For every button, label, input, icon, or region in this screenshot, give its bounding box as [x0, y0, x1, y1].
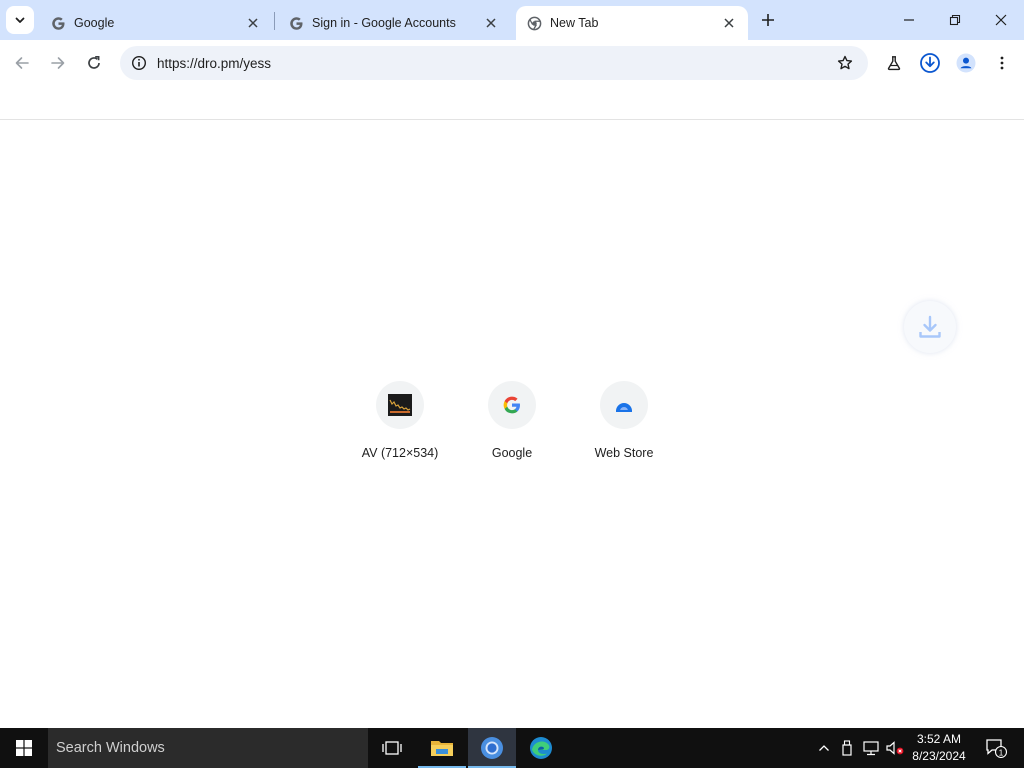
shortcut-label: Web Store — [594, 446, 654, 460]
edge-taskbar-button[interactable] — [517, 728, 565, 768]
close-icon — [995, 14, 1007, 26]
restore-button[interactable] — [932, 0, 978, 40]
tab-google-accounts[interactable]: Sign in - Google Accounts — [278, 6, 510, 40]
windows-logo-icon — [16, 740, 32, 756]
site-info-button[interactable] — [122, 46, 156, 80]
volume-tray[interactable] — [884, 728, 906, 768]
reload-icon — [88, 55, 100, 69]
site-info-icon — [131, 55, 147, 71]
tab-new-tab[interactable]: New Tab — [516, 6, 748, 40]
shortcut-tiles: AV (712×534) Google Web Store — [344, 376, 680, 476]
url-text[interactable]: https://dro.pm/yess — [157, 56, 828, 71]
new-tab-page: AV (712×534) Google Web Store — [0, 121, 1024, 728]
close-icon — [486, 18, 496, 28]
new-tab-button[interactable] — [756, 8, 780, 32]
action-center-button[interactable]: 1 — [978, 728, 1014, 768]
tab-title: Google — [74, 16, 115, 30]
tab-separator — [274, 12, 275, 30]
menu-icon — [1000, 56, 1004, 70]
restore-icon — [949, 14, 961, 26]
notification-icon: 1 — [986, 739, 1007, 758]
google-g-icon — [488, 381, 536, 429]
shortcut-av[interactable]: AV (712×534) — [344, 376, 456, 476]
taskbar-clock[interactable]: 3:52 AM 8/23/2024 — [906, 731, 972, 765]
edge-icon — [530, 737, 552, 759]
chrome-icon — [481, 737, 503, 759]
show-hidden-icons-button[interactable] — [813, 728, 835, 768]
download-icon — [920, 53, 940, 73]
download-icon — [919, 315, 941, 338]
bookmark-star-button[interactable] — [828, 46, 862, 80]
close-icon — [248, 18, 258, 28]
screen: Google Sign in - Google Accounts New Tab — [0, 0, 1024, 768]
tab-title: Sign in - Google Accounts — [312, 16, 456, 30]
menu-button[interactable] — [988, 49, 1016, 77]
chevron-up-icon — [819, 745, 829, 751]
clock-time: 3:52 AM — [916, 732, 962, 746]
google-g-icon — [288, 15, 304, 31]
shortcut-label: AV (712×534) — [361, 446, 439, 460]
forward-icon — [51, 57, 65, 69]
shortcut-google[interactable]: Google — [456, 376, 568, 476]
chrome-globe-icon — [526, 15, 542, 31]
profile-icon — [956, 53, 976, 73]
web-store-icon — [600, 381, 648, 429]
tab-close-button[interactable] — [244, 14, 262, 32]
windows-taskbar: Search Windows 3:52 AM 8/23/2024 1 — [0, 728, 1024, 768]
chevron-down-icon — [15, 17, 25, 23]
tab-close-button[interactable] — [720, 14, 738, 32]
av-thumbnail-icon — [376, 381, 424, 429]
back-icon — [15, 57, 29, 69]
download-bubble[interactable] — [904, 301, 956, 353]
back-button[interactable] — [8, 49, 36, 77]
taskbar-search-box[interactable]: Search Windows — [48, 728, 368, 768]
labs-flask-icon — [887, 56, 901, 71]
task-view-button[interactable] — [368, 728, 416, 768]
file-explorer-button[interactable] — [418, 728, 466, 768]
close-window-button[interactable] — [978, 0, 1024, 40]
reload-button[interactable] — [80, 49, 108, 77]
address-bar[interactable]: https://dro.pm/yess — [120, 46, 868, 80]
profile-button[interactable] — [952, 49, 980, 77]
task-view-icon — [382, 741, 402, 755]
downloads-button[interactable] — [916, 49, 944, 77]
star-icon — [837, 55, 853, 70]
tab-strip: Google Sign in - Google Accounts New Tab — [0, 0, 1024, 40]
tab-search-button[interactable] — [6, 6, 34, 34]
notification-count: 1 — [999, 747, 1004, 757]
usb-drive-icon — [842, 740, 852, 756]
labs-button[interactable] — [880, 49, 908, 77]
forward-button[interactable] — [44, 49, 72, 77]
google-g-icon — [50, 15, 66, 31]
folder-icon — [431, 741, 453, 756]
search-placeholder: Search Windows — [56, 740, 165, 756]
plus-icon — [762, 14, 774, 26]
network-tray[interactable] — [859, 728, 883, 768]
chrome-taskbar-button[interactable] — [468, 728, 516, 768]
minimize-icon — [904, 19, 914, 21]
tab-title: New Tab — [550, 16, 599, 30]
start-button[interactable] — [0, 728, 48, 768]
bookmarks-bar — [0, 86, 1024, 120]
tab-google[interactable]: Google — [40, 6, 272, 40]
volume-muted-icon — [886, 741, 904, 755]
minimize-button[interactable] — [886, 0, 932, 40]
clock-date: 8/23/2024 — [912, 749, 966, 763]
shortcut-web-store[interactable]: Web Store — [568, 376, 680, 476]
network-icon — [863, 741, 879, 756]
close-icon — [724, 18, 734, 28]
browser-toolbar: https://dro.pm/yess — [0, 40, 1024, 86]
tab-close-button[interactable] — [482, 14, 500, 32]
shortcut-label: Google — [491, 446, 533, 460]
usb-device-tray[interactable] — [837, 728, 857, 768]
